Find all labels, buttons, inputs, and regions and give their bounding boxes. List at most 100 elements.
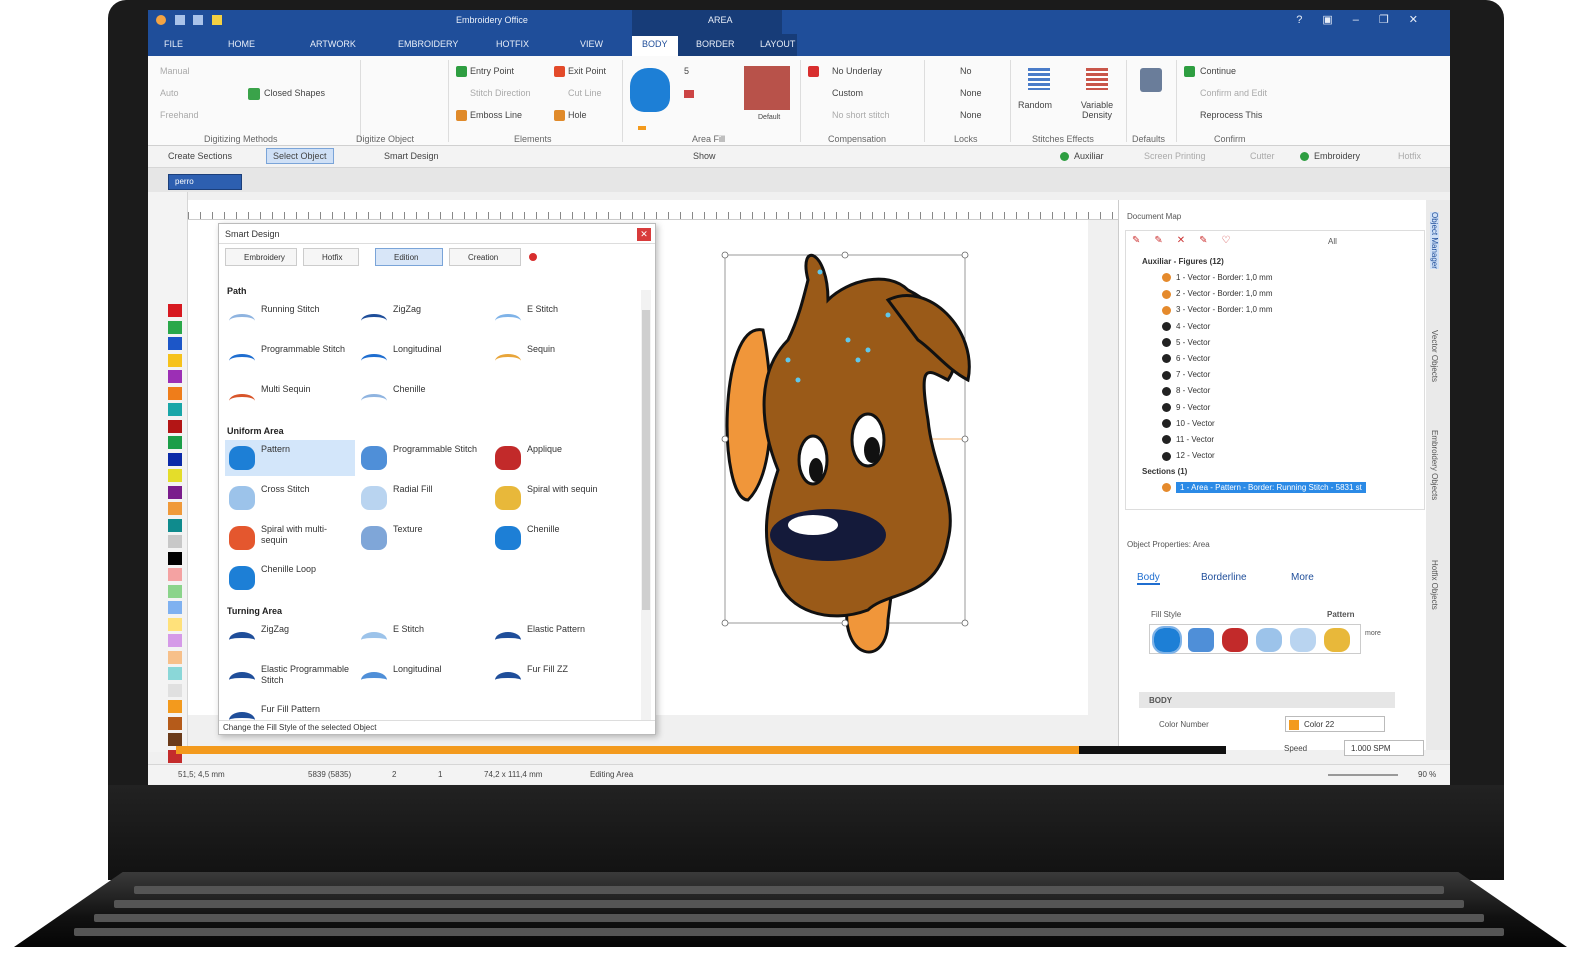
smart-design-button[interactable]: Smart Design (384, 151, 439, 161)
document-map-tools[interactable]: ✎✎✕✎♡ (1132, 235, 1244, 246)
fill-style-option[interactable]: Running Stitch (225, 300, 355, 336)
palette-color-swatch[interactable] (168, 634, 182, 647)
creation-mode-button[interactable]: Creation (449, 248, 521, 266)
tab-body-props[interactable]: Body (1137, 572, 1160, 585)
auto-button[interactable]: Auto (160, 88, 179, 98)
tree-item[interactable]: 12 - Vector (1162, 451, 1215, 461)
fill-style-option[interactable]: Multi Sequin (225, 380, 355, 416)
exit-point-button[interactable]: Exit Point (568, 66, 606, 76)
speed-select[interactable]: 1.000 SPM (1344, 740, 1424, 756)
fill-style-option[interactable]: Fur Fill ZZ (491, 660, 621, 696)
show-button[interactable]: Show (693, 151, 716, 161)
palette-color-swatch[interactable] (168, 683, 182, 697)
fill-style-option[interactable]: Programmable Stitch (357, 440, 487, 476)
lock-select-2[interactable]: None (960, 88, 982, 98)
fill-style-option[interactable]: Texture (357, 520, 487, 556)
cut-line-button[interactable]: Cut Line (568, 88, 602, 98)
window-controls[interactable]: ?▣–❐✕ (1296, 13, 1438, 26)
manual-button[interactable]: Manual (160, 66, 190, 76)
zoom-slider[interactable] (1328, 774, 1398, 776)
reprocess-button[interactable]: Reprocess This (1200, 110, 1262, 120)
density-value[interactable]: 5 (684, 66, 689, 76)
fill-style-option[interactable]: Elastic Pattern (491, 620, 621, 656)
palette-color-swatch[interactable] (168, 716, 182, 730)
palette-color-swatch[interactable] (168, 518, 182, 532)
tab-embroidery[interactable]: EMBROIDERY (398, 39, 458, 49)
radial-fill-icon[interactable] (1290, 628, 1316, 652)
confirm-edit-button[interactable]: Confirm and Edit (1200, 88, 1267, 98)
tree-item[interactable]: 11 - Vector (1162, 435, 1214, 445)
fill-color-swatch[interactable] (744, 66, 790, 110)
palette-color-swatch[interactable] (168, 733, 182, 746)
tab-border[interactable]: BORDER (696, 39, 735, 49)
palette-color-swatch[interactable] (168, 452, 182, 466)
fill-style-option[interactable]: Applique (491, 440, 621, 476)
tree-item[interactable]: 7 - Vector (1162, 370, 1210, 380)
fill-style-option[interactable]: Cross Stitch (225, 480, 355, 516)
fill-style-option[interactable]: Longitudinal (357, 340, 487, 376)
palette-color-swatch[interactable] (168, 568, 182, 581)
tab-embroidery-sd[interactable]: Embroidery (225, 248, 297, 266)
tab-artwork[interactable]: ARTWORK (310, 39, 356, 49)
tree-item[interactable]: 5 - Vector (1162, 338, 1210, 348)
fill-style-option[interactable]: ZigZag (357, 300, 487, 336)
filter-cutter[interactable]: Cutter (1250, 151, 1275, 161)
filter-hotfix[interactable]: Hotfix (1398, 151, 1421, 161)
freehand-button[interactable]: Freehand (160, 110, 199, 120)
palette-color-swatch[interactable] (168, 304, 182, 317)
fill-style-option[interactable]: Chenille (357, 380, 487, 416)
palette-color-swatch[interactable] (168, 436, 182, 449)
all-filter[interactable]: All (1328, 237, 1337, 246)
smart-design-scrollbar[interactable] (641, 290, 651, 720)
palette-color-swatch[interactable] (168, 601, 182, 614)
side-tab-vector-objects[interactable]: Vector Objects (1430, 330, 1439, 382)
tree-item[interactable]: 8 - Vector (1162, 386, 1210, 396)
variable-density-button[interactable]: Variable Density (1072, 100, 1122, 120)
close-button[interactable]: ✕ (1409, 14, 1438, 26)
edition-mode-button[interactable]: Edition (375, 248, 443, 266)
fill-style-option[interactable]: E Stitch (357, 620, 487, 656)
select-object-button[interactable]: Select Object (266, 148, 334, 164)
palette-color-swatch[interactable] (168, 320, 182, 334)
programmable-fill-icon[interactable] (1188, 628, 1214, 652)
restore-button[interactable]: ❐ (1379, 14, 1409, 26)
filter-auxiliar[interactable]: Auxiliar (1074, 151, 1104, 161)
color-number-select[interactable]: Color 22 (1285, 716, 1385, 732)
palette-color-swatch[interactable] (168, 337, 182, 350)
fill-style-option[interactable]: Spiral with multi-sequin (225, 520, 355, 556)
tab-file[interactable]: FILE (164, 39, 183, 49)
tab-body[interactable]: BODY (632, 36, 678, 56)
tree-item[interactable]: 9 - Vector (1162, 403, 1210, 412)
entry-point-button[interactable]: Entry Point (470, 66, 514, 76)
tree-item[interactable]: 2 - Vector - Border: 1,0 mm (1162, 289, 1272, 299)
tree-group-sections[interactable]: Sections (1) (1142, 467, 1187, 476)
lock-select-1[interactable]: No (960, 66, 972, 76)
applique-fill-icon[interactable] (1222, 628, 1248, 652)
fill-style-gallery[interactable] (1149, 624, 1361, 654)
palette-color-swatch[interactable] (168, 617, 182, 631)
doc-tab-perro[interactable]: perro (168, 174, 242, 190)
underlay-select[interactable]: No Underlay (832, 66, 882, 76)
filter-screen-printing[interactable]: Screen Printing (1144, 151, 1206, 161)
palette-color-swatch[interactable] (168, 584, 182, 598)
pattern-fill-icon[interactable] (1152, 626, 1182, 654)
tab-hotfix-sd[interactable]: Hotfix (303, 248, 359, 266)
smart-design-close-button[interactable]: ✕ (637, 228, 651, 241)
stitch-progress-bar[interactable] (176, 746, 1226, 754)
hole-button[interactable]: Hole (568, 110, 587, 120)
tree-item[interactable]: 3 - Vector - Border: 1,0 mm (1162, 305, 1272, 315)
palette-color-swatch[interactable] (168, 403, 182, 416)
fill-style-option[interactable]: Elastic Programmable Stitch (225, 660, 355, 696)
help-button[interactable]: ? (1296, 14, 1322, 26)
fill-style-option[interactable]: Spiral with sequin (491, 480, 621, 516)
palette-color-swatch[interactable] (168, 551, 182, 565)
closed-shapes-button[interactable]: Closed Shapes (264, 88, 325, 98)
fill-style-option[interactable]: Chenille (491, 520, 621, 556)
record-icon[interactable] (529, 253, 537, 261)
zoom-level[interactable]: 90 % (1418, 770, 1436, 779)
tab-more[interactable]: More (1291, 572, 1314, 583)
fill-style-option[interactable]: Pattern (225, 440, 355, 476)
spiral-fill-icon[interactable] (1324, 628, 1350, 652)
palette-color-swatch[interactable] (168, 667, 182, 680)
fill-style-option[interactable]: E Stitch (491, 300, 621, 336)
